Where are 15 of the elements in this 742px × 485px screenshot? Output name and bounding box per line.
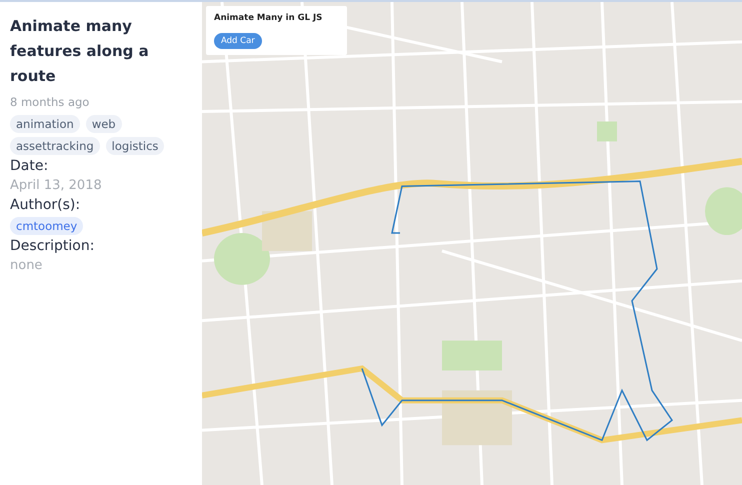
description-text: none [10, 258, 44, 273]
age-text: 8 months ago [10, 95, 90, 109]
date-text: April 13, 2018 [10, 178, 103, 193]
tag-chip[interactable]: web [86, 115, 122, 133]
tag-chip[interactable]: assettracking [10, 137, 100, 155]
tag-chip[interactable]: animation [10, 115, 80, 133]
author-chip[interactable]: cmtoomey [10, 217, 84, 235]
example-title: Animate many features along a route [10, 16, 150, 87]
date-label: Date: [10, 158, 50, 174]
add-car-button[interactable]: Add Car [214, 33, 262, 49]
authors-label: Author(s): [10, 197, 82, 213]
description-label: Description: [10, 238, 96, 254]
tag-chip[interactable]: logistics [106, 137, 164, 155]
panel-title: Animate Many in GL JS [214, 13, 324, 23]
street-map-drawing[interactable] [202, 2, 742, 485]
